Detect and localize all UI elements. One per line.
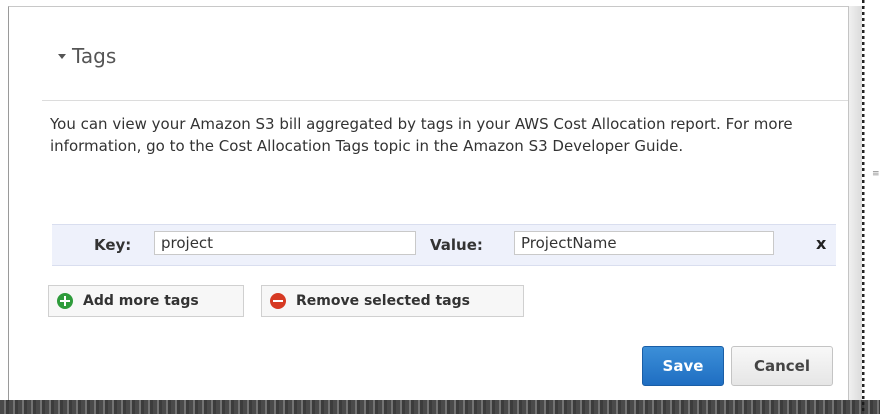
minus-circle-icon — [270, 293, 286, 309]
scrollbar[interactable] — [848, 6, 863, 400]
divider — [42, 100, 848, 101]
section-header[interactable]: Tags — [58, 44, 116, 68]
tags-panel — [8, 6, 865, 401]
remove-selected-tags-label: Remove selected tags — [296, 293, 470, 309]
torn-edge-bottom — [0, 400, 880, 414]
save-button[interactable]: Save — [642, 346, 724, 386]
key-input[interactable] — [154, 231, 416, 255]
cancel-button[interactable]: Cancel — [731, 346, 833, 386]
remove-tag-icon[interactable]: x — [816, 234, 826, 253]
value-label: Value: — [430, 236, 483, 254]
tag-row: Key: Value: x — [52, 224, 836, 266]
section-title: Tags — [72, 44, 117, 68]
section-description: You can view your Amazon S3 bill aggrega… — [50, 115, 793, 155]
caret-down-icon[interactable] — [58, 53, 66, 59]
torn-edge-right — [862, 0, 880, 414]
remove-selected-tags-button[interactable]: Remove selected tags — [261, 285, 524, 317]
key-label: Key: — [94, 236, 132, 254]
value-input[interactable] — [514, 231, 774, 255]
add-more-tags-button[interactable]: Add more tags — [48, 285, 244, 317]
plus-circle-icon — [57, 293, 73, 309]
add-more-tags-label: Add more tags — [83, 293, 199, 309]
